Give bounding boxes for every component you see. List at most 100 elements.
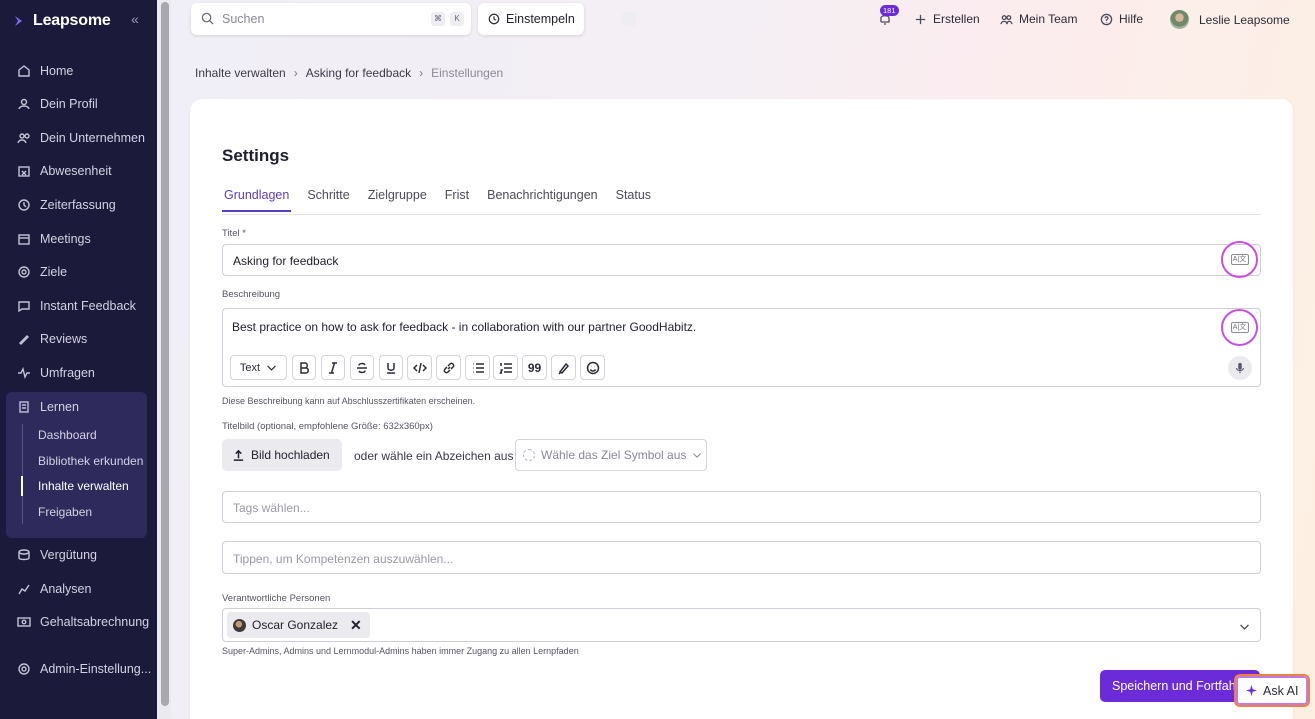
translate-title-button[interactable]: A|文 [1221,241,1258,278]
italic-button[interactable] [321,355,345,380]
logo-text: Leapsome [33,12,111,29]
collapse-sidebar-icon[interactable]: « [131,11,139,27]
breadcrumb-asking-feedback[interactable]: Asking for feedback [306,66,411,80]
ask-ai-label: Ask AI [1263,683,1299,698]
sidebar-subitem-approvals[interactable]: Freigaben [38,505,92,519]
strikethrough-icon [357,362,367,373]
badge-symbol-select[interactable]: Wähle das Ziel Symbol aus [515,439,707,471]
emoji-button[interactable] [580,355,605,380]
tags-input[interactable]: Tags wählen... [222,491,1261,523]
create-button[interactable]: Erstellen [914,12,980,26]
underline-icon [387,362,395,374]
upload-image-button[interactable]: Bild hochladen [222,439,342,471]
sidebar-item-meetings[interactable]: Meetings [17,230,91,248]
sidebar-item-label: Reviews [40,332,88,346]
calendar-icon [18,234,30,245]
sidebar-item-label: Instant Feedback [40,299,136,313]
sidebar-item-label: Zeiterfassung [40,198,116,212]
underline-button[interactable] [379,355,403,380]
tab-notifications[interactable]: Benachrichtigungen [485,188,600,212]
ask-ai-button[interactable]: Ask AI [1234,674,1310,707]
tab-status[interactable]: Status [614,188,653,212]
submenu-active-indicator [21,476,23,496]
sidebar-item-absence[interactable]: Abwesenheit [17,162,112,180]
link-button[interactable] [436,355,461,380]
person-chip: Oscar Gonzalez ✕ [227,612,370,638]
sidebar-item-label: Dein Unternehmen [40,131,145,145]
chevron-down-icon [1240,624,1249,630]
sidebar-item-compensation[interactable]: Vergütung [17,546,97,564]
quote-button[interactable]: 99 [522,355,547,380]
help-label: Hilfe [1119,12,1144,26]
skills-input[interactable]: Tippen, um Kompetenzen auszuwählen... [222,541,1261,574]
calendar-x-icon [18,166,30,177]
translate-icon: A|文 [1230,322,1249,333]
chevron-down-icon [693,453,702,458]
sidebar-item-label: Vergütung [40,548,97,562]
title-field[interactable]: Asking for feedback [222,244,1261,276]
sidebar-subitem-manage-content[interactable]: Inhalte verwalten [38,479,129,493]
bullet-list-button[interactable] [465,355,490,380]
clock-icon [18,199,30,211]
sidebar-scrollbar-thumb[interactable] [161,2,169,706]
dictation-button[interactable] [1228,356,1252,380]
search-input[interactable]: Suchen [191,3,636,35]
strikethrough-button[interactable] [350,355,374,380]
search-placeholder: Suchen [222,12,265,26]
skills-placeholder: Tippen, um Kompetenzen auszuwählen... [233,552,454,566]
team-icon [1000,14,1013,24]
sidebar-item-payroll[interactable]: Gehaltsabrechnung [17,613,149,631]
remove-person-icon[interactable]: ✕ [350,617,362,634]
tab-basics[interactable]: Grundlagen [222,188,292,212]
leapsome-logo[interactable]: Leapsome [14,12,111,30]
coins-icon [18,549,30,561]
text-style-select[interactable]: Text [230,355,287,380]
translate-icon: A|文 [1230,254,1249,265]
description-editor[interactable]: Best practice on how to ask for feedback… [222,308,1261,387]
translate-description-button[interactable]: A|文 [1221,309,1258,346]
shortcut-k-key: K [450,12,464,26]
sidebar-item-learning[interactable]: Lernen [17,398,79,416]
my-team-button[interactable]: Mein Team [1000,12,1077,26]
sidebar-item-surveys[interactable]: Umfragen [17,364,95,382]
user-menu[interactable]: Leslie Leapsome [1170,10,1290,29]
responsible-persons-select[interactable] [222,608,1261,642]
sidebar-item-profile[interactable]: Dein Profil [17,95,98,113]
create-label: Erstellen [933,12,980,26]
tab-steps[interactable]: Schritte [305,188,351,212]
sidebar-item-label: Gehaltsabrechnung [40,615,150,629]
sidebar-item-instant-feedback[interactable]: Instant Feedback [17,297,136,315]
sidebar-item-home[interactable]: Home [17,62,73,80]
tab-deadline[interactable]: Frist [443,188,471,212]
bold-button[interactable] [292,355,316,380]
chart-icon [18,584,30,595]
highlight-button[interactable] [551,355,576,380]
sidebar-subitem-dashboard[interactable]: Dashboard [38,428,97,442]
description-value: Best practice on how to ask for feedback… [232,320,697,334]
tab-audience[interactable]: Zielgruppe [366,188,429,212]
help-button[interactable]: Hilfe [1100,12,1143,26]
upload-icon [233,449,244,461]
breadcrumb-manage-content[interactable]: Inhalte verwalten [195,66,286,80]
sidebar-subitem-library[interactable]: Bibliothek erkunden [38,454,143,468]
clock-icon [488,13,500,25]
text-style-value: Text [239,361,261,374]
sidebar-item-company[interactable]: Dein Unternehmen [17,129,145,147]
code-button[interactable] [407,355,432,380]
home-icon [18,65,30,77]
my-team-label: Mein Team [1019,12,1078,26]
sidebar-item-label: Dein Profil [40,97,98,111]
sidebar-item-admin-settings[interactable]: Admin-Einstellung... [17,660,151,678]
tabs-divider [222,214,1261,215]
sidebar-item-goals[interactable]: Ziele [17,263,67,281]
clock-in-button[interactable]: Einstempeln [478,3,584,35]
sidebar-item-analytics[interactable]: Analysen [17,580,91,598]
code-icon [412,362,427,373]
numbered-list-button[interactable] [493,355,518,380]
pen-icon [19,335,29,345]
user-icon [18,98,30,110]
sidebar-item-time[interactable]: Zeiterfassung [17,196,116,214]
sidebar-item-reviews[interactable]: Reviews [17,330,87,348]
chevron-right-icon: › [419,66,424,80]
breadcrumb-settings: Einstellungen [431,66,504,80]
